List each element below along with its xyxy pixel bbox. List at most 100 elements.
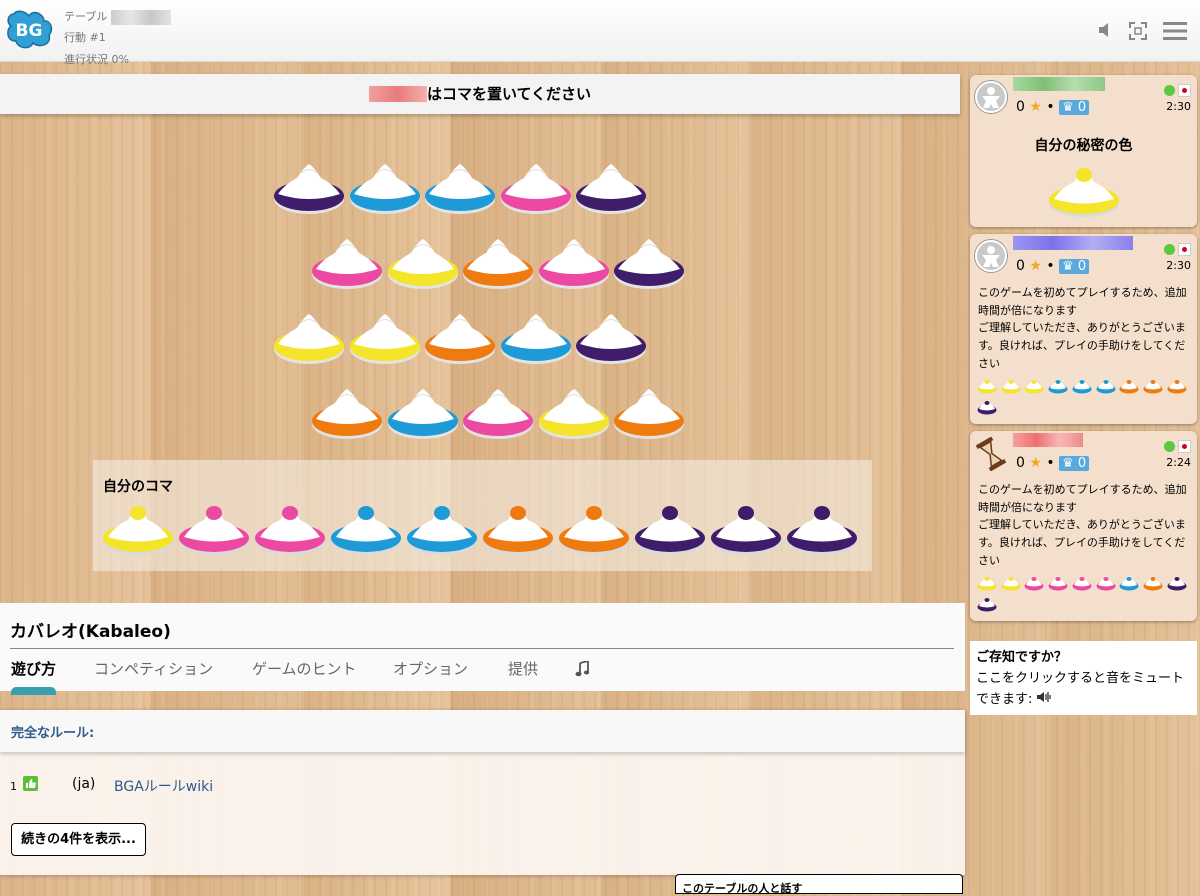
laurel-badge: ♛ 0	[1059, 456, 1090, 471]
show-more-button[interactable]: 続きの4件を表示...	[11, 823, 146, 856]
new-player-note: このゲームを初めてプレイするため、追加時間が倍になります ご理解していただき、あ…	[978, 483, 1187, 567]
board-piece-purple[interactable]	[273, 158, 345, 216]
game-title: カバレオ(Kabaleo)	[10, 622, 171, 642]
my-pieces-label: 自分のコマ	[103, 479, 173, 495]
board-piece-blue[interactable]	[387, 383, 459, 441]
star-icon: ★	[1029, 258, 1042, 274]
player-name-blurred[interactable]	[1013, 236, 1133, 250]
mini-piece-pink	[1072, 575, 1092, 591]
board-piece-blue[interactable]	[424, 158, 496, 216]
table-label: テーブル	[64, 10, 108, 23]
player-score: 0 ★ • ♛ 0	[1016, 455, 1090, 471]
player-timer: 2:30	[1166, 259, 1191, 272]
hand-piece-pink[interactable]	[178, 499, 250, 557]
fullscreen-icon[interactable]	[1129, 22, 1147, 40]
japan-flag-icon	[1178, 440, 1191, 453]
board-piece-pink[interactable]	[311, 233, 383, 291]
player-panel-2: 0 ★ • ♛ 0 2:30 このゲームを初めてプレイするため、追加時間が倍にな…	[970, 234, 1197, 424]
board-piece-pink[interactable]	[538, 233, 610, 291]
sound-icon[interactable]	[1036, 691, 1051, 703]
rules-header: 完全なルール:	[0, 710, 965, 752]
mini-piece-pink	[1024, 575, 1044, 591]
banner-text: はコマを置いてください	[426, 85, 592, 103]
secret-color-label: 自分の秘密の色	[1034, 138, 1133, 154]
hand-piece-yellow[interactable]	[102, 499, 174, 557]
mini-piece-yellow	[1024, 378, 1044, 394]
board-piece-yellow[interactable]	[273, 308, 345, 366]
meeple-icon	[982, 246, 1000, 267]
board-piece-purple[interactable]	[613, 233, 685, 291]
tab-competition[interactable]: コンペティション	[94, 658, 213, 679]
turn-banner: はコマを置いてください	[0, 74, 960, 114]
tip-box[interactable]: ご存知ですか？ ここをクリックすると音をミュートできます:	[970, 641, 1197, 715]
board-piece-purple[interactable]	[575, 308, 647, 366]
mini-piece-purple	[977, 399, 997, 415]
rules-wiki-link[interactable]: BGAルールwiki	[114, 776, 213, 796]
star-icon: ★	[1029, 99, 1042, 115]
board-piece-purple[interactable]	[575, 158, 647, 216]
hand-piece-orange[interactable]	[558, 499, 630, 557]
thumbs-up-icon[interactable]	[23, 776, 38, 791]
laurel-value: 0	[1077, 100, 1087, 115]
progress-label: 進行状況 0%	[64, 53, 129, 66]
tab-credits[interactable]: 提供	[508, 658, 538, 679]
board-piece-orange[interactable]	[311, 383, 383, 441]
board-piece-yellow[interactable]	[387, 233, 459, 291]
mini-piece-orange	[1119, 378, 1139, 394]
tab-how-to-play[interactable]: 遊び方	[11, 658, 56, 679]
speaker-icon[interactable]	[1098, 22, 1112, 38]
board-piece-blue[interactable]	[349, 158, 421, 216]
tip-text: ここをクリックすると音をミュートできます:	[976, 671, 1185, 707]
hand-piece-purple[interactable]	[634, 499, 706, 557]
hand-piece-purple[interactable]	[710, 499, 782, 557]
mini-piece-blue	[1072, 378, 1092, 394]
player-avatar[interactable]	[975, 81, 1007, 113]
score-value: 0	[1016, 258, 1025, 274]
hand-piece-blue[interactable]	[330, 499, 402, 557]
hand-piece-purple[interactable]	[786, 499, 858, 557]
mini-piece-pink	[1048, 575, 1068, 591]
laurel-value: 0	[1077, 456, 1087, 471]
player-avatar[interactable]	[975, 240, 1007, 272]
board-piece-orange[interactable]	[424, 308, 496, 366]
menu-icon[interactable]	[1163, 21, 1187, 41]
music-note-icon[interactable]	[575, 661, 589, 677]
board-piece-yellow[interactable]	[349, 308, 421, 366]
svg-text:BG: BG	[16, 21, 43, 41]
player-panel-1: 0 ★ • ♛ 0 2:30 自分の秘密の色	[970, 75, 1197, 227]
board-piece-yellow[interactable]	[538, 383, 610, 441]
mini-piece-blue	[1119, 575, 1139, 591]
action-label: 行動 #1	[64, 31, 106, 44]
mini-piece-yellow	[1001, 378, 1021, 394]
laurel-value: 0	[1077, 259, 1087, 274]
tab-options[interactable]: オプション	[393, 658, 468, 679]
board-piece-pink[interactable]	[462, 383, 534, 441]
mini-piece-yellow	[977, 575, 997, 591]
score-value: 0	[1016, 455, 1025, 471]
mini-piece-blue	[1048, 378, 1068, 394]
board-piece-pink[interactable]	[500, 158, 572, 216]
table-chat-tab[interactable]: このテーブルの人と話す	[675, 874, 963, 895]
rule-language: (ja)	[72, 776, 96, 792]
hand-piece-blue[interactable]	[406, 499, 478, 557]
player-name-blurred[interactable]	[1013, 433, 1083, 447]
hand-piece-pink[interactable]	[254, 499, 326, 557]
board-piece-blue[interactable]	[500, 308, 572, 366]
board-piece-orange[interactable]	[462, 233, 534, 291]
mini-piece-purple	[1167, 575, 1187, 591]
board-piece-orange[interactable]	[613, 383, 685, 441]
online-status-icon	[1164, 244, 1175, 255]
secret-color-piece	[1048, 161, 1119, 219]
japan-flag-icon	[1178, 243, 1191, 256]
tab-divider	[10, 648, 954, 649]
game-info-panel: カバレオ(Kabaleo) 遊び方 コンペティション ゲームのヒント オプション…	[0, 603, 965, 695]
tab-game-hints[interactable]: ゲームのヒント	[252, 658, 357, 679]
tip-title: ご存知ですか？	[976, 650, 1068, 665]
hand-piece-orange[interactable]	[482, 499, 554, 557]
meeple-icon	[982, 87, 1000, 108]
table-info: テーブル 行動 #1 進行状況 0%	[64, 6, 171, 72]
player-name-blurred[interactable]	[1013, 77, 1105, 91]
player-timer: 2:30	[1166, 100, 1191, 113]
bga-logo[interactable]: BG	[4, 6, 54, 52]
japan-flag-icon	[1178, 84, 1191, 97]
